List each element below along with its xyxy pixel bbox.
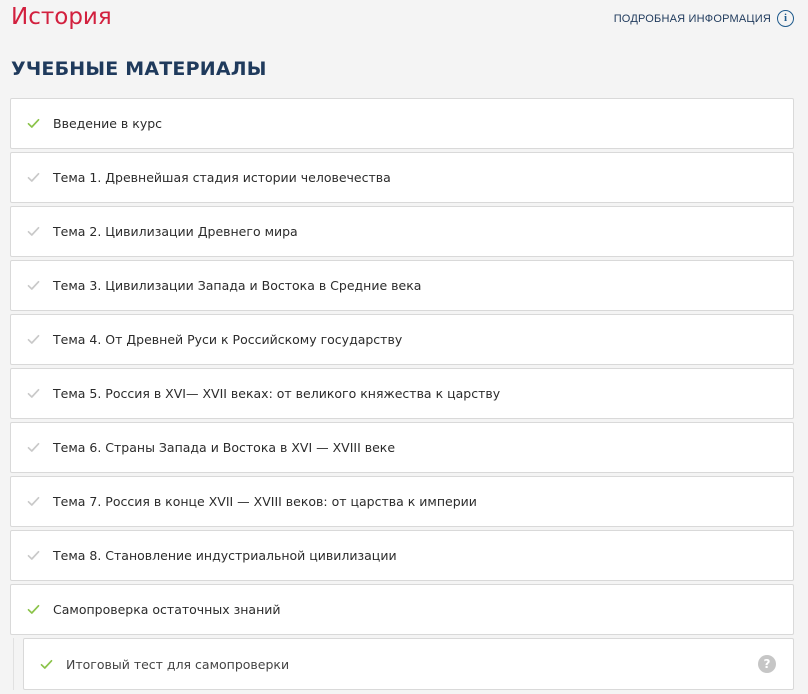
- check-icon: [27, 442, 41, 453]
- material-item-label: Тема 5. Россия в XVI— XVII веках: от вел…: [53, 386, 501, 401]
- material-item[interactable]: Тема 4. От Древней Руси к Российскому го…: [10, 314, 794, 365]
- check-icon: [40, 659, 54, 670]
- material-item-label: Тема 1. Древнейшая стадия истории челове…: [53, 170, 391, 185]
- check-icon: [27, 226, 41, 237]
- material-item-label: Тема 4. От Древней Руси к Российскому го…: [53, 332, 403, 347]
- final-test-label: Итоговый тест для самопроверки: [66, 656, 290, 672]
- check-icon: [27, 118, 41, 129]
- material-item[interactable]: Тема 3. Цивилизации Запада и Востока в С…: [10, 260, 794, 311]
- material-item-label: Самопроверка остаточных знаний: [53, 602, 281, 617]
- question-icon[interactable]: ?: [758, 655, 776, 673]
- check-icon: [27, 550, 41, 561]
- material-item-label: Тема 7. Россия в конце XVII — XVIII веко…: [53, 494, 477, 509]
- materials-list: Введение в курс Тема 1. Древнейшая стади…: [10, 98, 794, 690]
- material-item[interactable]: Тема 5. Россия в XVI— XVII веках: от вел…: [10, 368, 794, 419]
- material-item[interactable]: Тема 7. Россия в конце XVII — XVIII веко…: [10, 476, 794, 527]
- material-item[interactable]: Тема 6. Страны Запада и Востока в XVI — …: [10, 422, 794, 473]
- course-title: История: [11, 4, 112, 30]
- material-item-label: Тема 8. Становление индустриальной цивил…: [53, 548, 397, 563]
- check-icon: [27, 496, 41, 507]
- material-item[interactable]: Тема 2. Цивилизации Древнего мира: [10, 206, 794, 257]
- material-item-label: Тема 6. Страны Запада и Востока в XVI — …: [53, 440, 396, 455]
- final-test-item[interactable]: Итоговый тест для самопроверки ?: [23, 638, 794, 690]
- section-title: УЧЕБНЫЕ МАТЕРИАЛЫ: [11, 58, 267, 80]
- check-icon: [27, 388, 41, 399]
- material-item[interactable]: Тема 1. Древнейшая стадия истории челове…: [10, 152, 794, 203]
- material-item-label: Тема 3. Цивилизации Запада и Востока в С…: [53, 278, 422, 293]
- check-icon: [27, 280, 41, 291]
- check-icon: [27, 604, 41, 615]
- material-item-label: Тема 2. Цивилизации Древнего мира: [53, 224, 298, 239]
- check-icon: [27, 334, 41, 345]
- material-item[interactable]: Тема 8. Становление индустриальной цивил…: [10, 530, 794, 581]
- info-icon[interactable]: i: [777, 10, 794, 27]
- check-icon: [27, 172, 41, 183]
- material-item-label: Введение в курс: [53, 116, 163, 131]
- material-item[interactable]: Введение в курс: [10, 98, 794, 149]
- more-info-link[interactable]: ПОДРОБНАЯ ИНФОРМАЦИЯ i: [614, 10, 794, 27]
- material-item-self-check[interactable]: Самопроверка остаточных знаний: [10, 584, 794, 635]
- more-info-label: ПОДРОБНАЯ ИНФОРМАЦИЯ: [613, 12, 771, 25]
- self-check-subitems: Итоговый тест для самопроверки ?: [10, 638, 794, 690]
